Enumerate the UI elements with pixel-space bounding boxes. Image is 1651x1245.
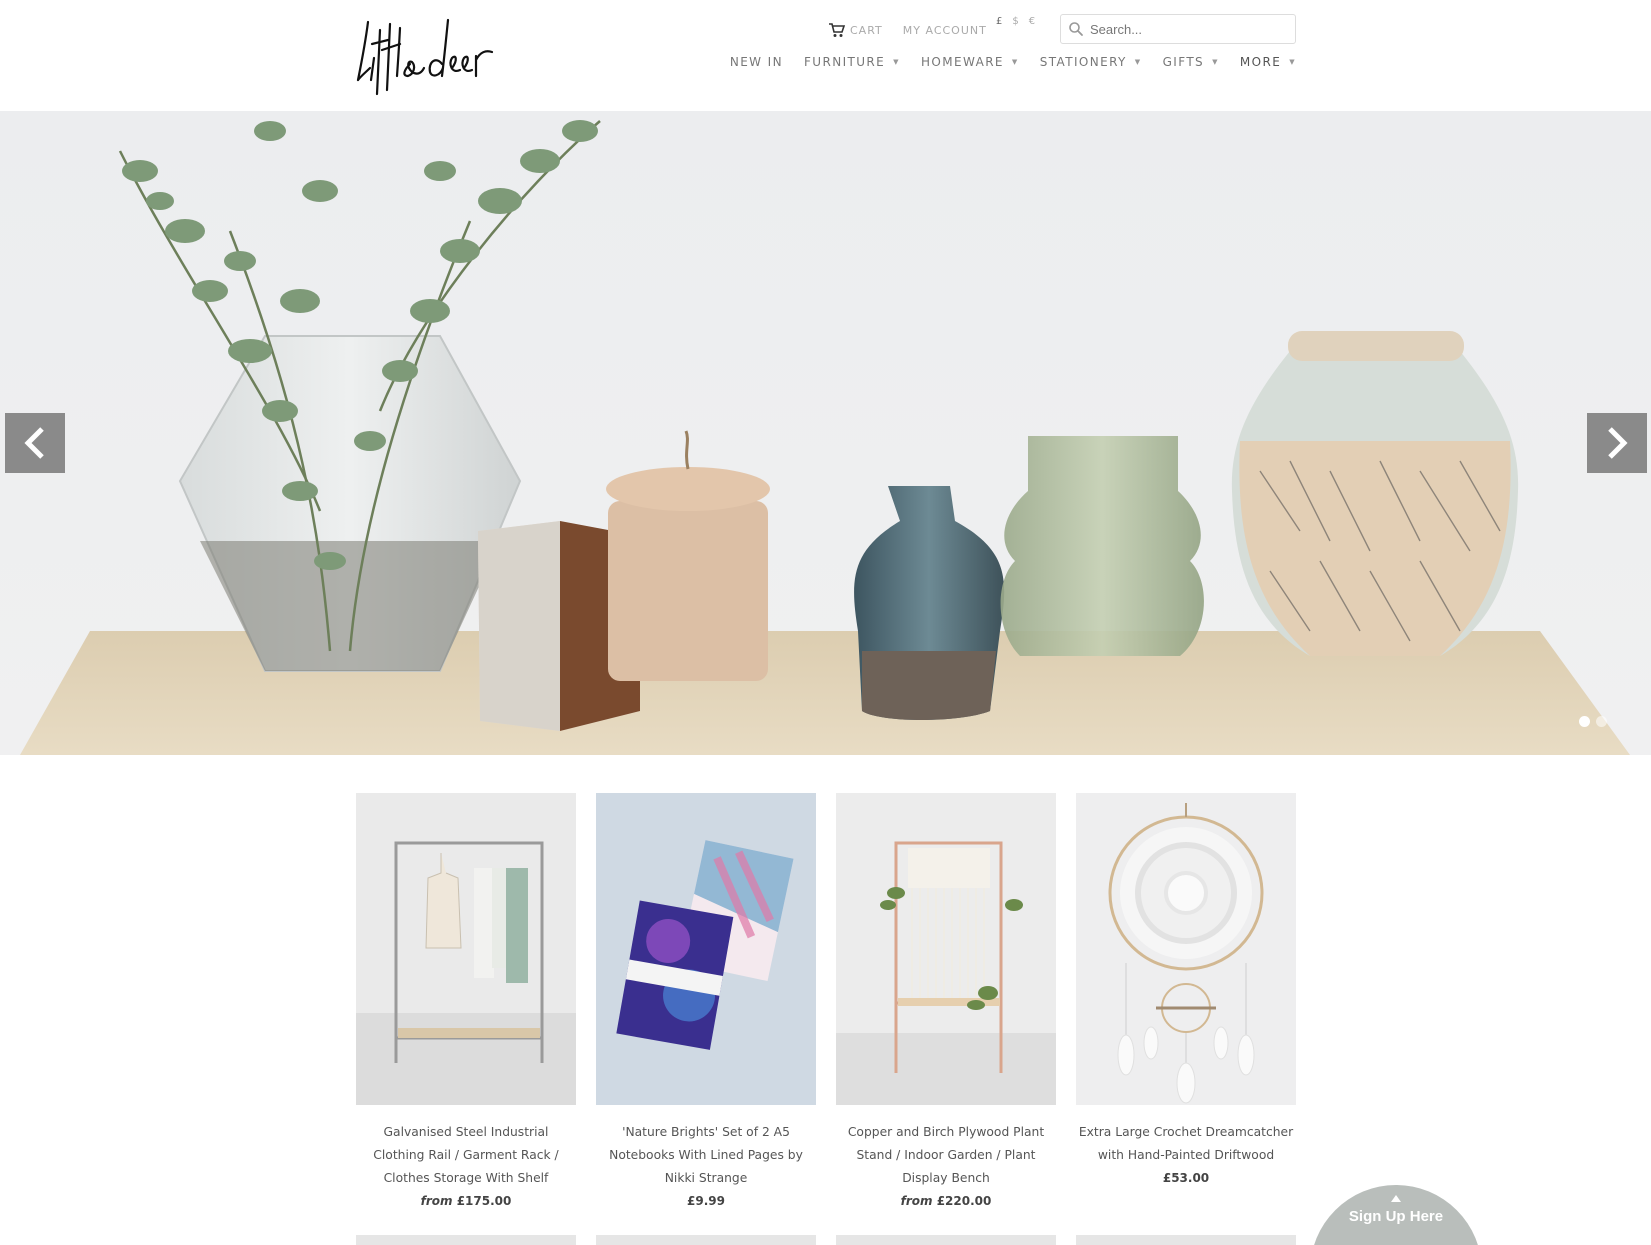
chevron-down-icon: ▼	[1134, 58, 1142, 66]
product-title[interactable]: Galvanised Steel Industrial Clothing Rai…	[356, 1121, 576, 1190]
hero-image	[20, 120, 1630, 755]
product-grid-next-row	[356, 1235, 1296, 1245]
cart-link[interactable]: CART	[828, 22, 883, 38]
product-card-placeholder	[836, 1235, 1056, 1245]
chevron-down-icon: ▼	[1011, 58, 1019, 66]
chevron-down-icon: ▼	[893, 58, 900, 66]
slider-next-button[interactable]	[1587, 413, 1647, 473]
product-title[interactable]: 'Nature Brights' Set of 2 A5 Notebooks W…	[596, 1121, 816, 1190]
price-value: £53.00	[1162, 1171, 1210, 1185]
product-card-placeholder	[596, 1235, 816, 1245]
product-image-notebooks[interactable]	[596, 793, 816, 1105]
currency-switcher: £ $ €	[996, 16, 1036, 27]
signup-label: Sign Up Here	[1348, 1208, 1444, 1225]
utility-bar: CART MY ACCOUNT £ $ €	[828, 16, 1035, 40]
currency-gbp[interactable]: £	[996, 16, 1003, 27]
chevron-right-icon	[1608, 427, 1628, 459]
slider-dot-2[interactable]	[1596, 716, 1607, 727]
site-header: CART MY ACCOUNT £ $ € NEW IN FURNITURE ▼…	[0, 0, 1651, 111]
slider-prev-button[interactable]	[5, 413, 65, 473]
price-value: £175.00	[456, 1194, 512, 1208]
nav-item-label: GIFTS	[1162, 55, 1205, 69]
product-card[interactable]: Copper and Birch Plywood Plant Stand / I…	[836, 793, 1056, 1213]
nav-item-new-in[interactable]: NEW IN	[730, 55, 783, 69]
nav-item-label: NEW IN	[729, 55, 783, 69]
product-price: from £220.00	[836, 1190, 1056, 1213]
slider-dot-1[interactable]	[1579, 716, 1590, 727]
product-price: £53.00	[1076, 1167, 1296, 1190]
logo-script	[356, 18, 494, 96]
price-value: £220.00	[936, 1194, 992, 1208]
product-card[interactable]: Extra Large Crochet Dreamcatcher with Ha…	[1076, 793, 1296, 1213]
signup-tab-button[interactable]: Sign Up Here	[1310, 1185, 1482, 1245]
price-value: £9.99	[687, 1194, 725, 1208]
product-card-placeholder	[356, 1235, 576, 1245]
nav-item-label: MORE	[1239, 55, 1282, 69]
product-title[interactable]: Extra Large Crochet Dreamcatcher with Ha…	[1076, 1121, 1296, 1167]
product-card[interactable]: 'Nature Brights' Set of 2 A5 Notebooks W…	[596, 793, 816, 1213]
nav-item-label: HOMEWARE	[920, 55, 1004, 69]
currency-usd[interactable]: $	[1012, 16, 1019, 27]
slider-pagination	[1579, 716, 1607, 727]
nav-item-stationery[interactable]: STATIONERY ▼	[1040, 55, 1142, 69]
chevron-left-icon	[24, 427, 44, 459]
chevron-down-icon: ▼	[1212, 58, 1219, 66]
nav-item-homeware[interactable]: HOMEWARE ▼	[921, 55, 1019, 69]
nav-item-gifts[interactable]: GIFTS ▼	[1163, 55, 1219, 69]
price-prefix: from	[900, 1194, 933, 1208]
product-grid: Galvanised Steel Industrial Clothing Rai…	[356, 793, 1296, 1213]
search-box	[1060, 14, 1296, 44]
product-price: from £175.00	[356, 1190, 576, 1213]
product-card[interactable]: Galvanised Steel Industrial Clothing Rai…	[356, 793, 576, 1213]
brand-logo[interactable]	[352, 10, 512, 100]
product-image-dreamcatcher[interactable]	[1076, 793, 1296, 1105]
product-card-placeholder	[1076, 1235, 1296, 1245]
my-account-link[interactable]: MY ACCOUNT	[903, 24, 987, 37]
cart-label: CART	[850, 23, 883, 37]
main-nav: NEW IN FURNITURE ▼ HOMEWARE ▼ STATIONERY…	[730, 55, 1296, 69]
nav-item-more[interactable]: MORE ▼	[1240, 55, 1296, 69]
chevron-up-icon	[1391, 1195, 1401, 1202]
hero-slider	[0, 111, 1651, 755]
product-image-clothing-rail[interactable]	[356, 793, 576, 1105]
nav-item-furniture[interactable]: FURNITURE ▼	[804, 55, 900, 69]
search-icon	[1069, 22, 1083, 36]
nav-item-label: FURNITURE	[803, 55, 886, 69]
product-price: £9.99	[596, 1190, 816, 1213]
chevron-down-icon: ▼	[1289, 58, 1296, 66]
currency-eur[interactable]: €	[1029, 16, 1036, 27]
cart-icon	[829, 23, 846, 37]
product-image-plant-stand[interactable]	[836, 793, 1056, 1105]
search-input[interactable]	[1090, 16, 1290, 42]
price-prefix: from	[420, 1194, 453, 1208]
product-title[interactable]: Copper and Birch Plywood Plant Stand / I…	[836, 1121, 1056, 1190]
nav-item-label: STATIONERY	[1039, 55, 1127, 69]
